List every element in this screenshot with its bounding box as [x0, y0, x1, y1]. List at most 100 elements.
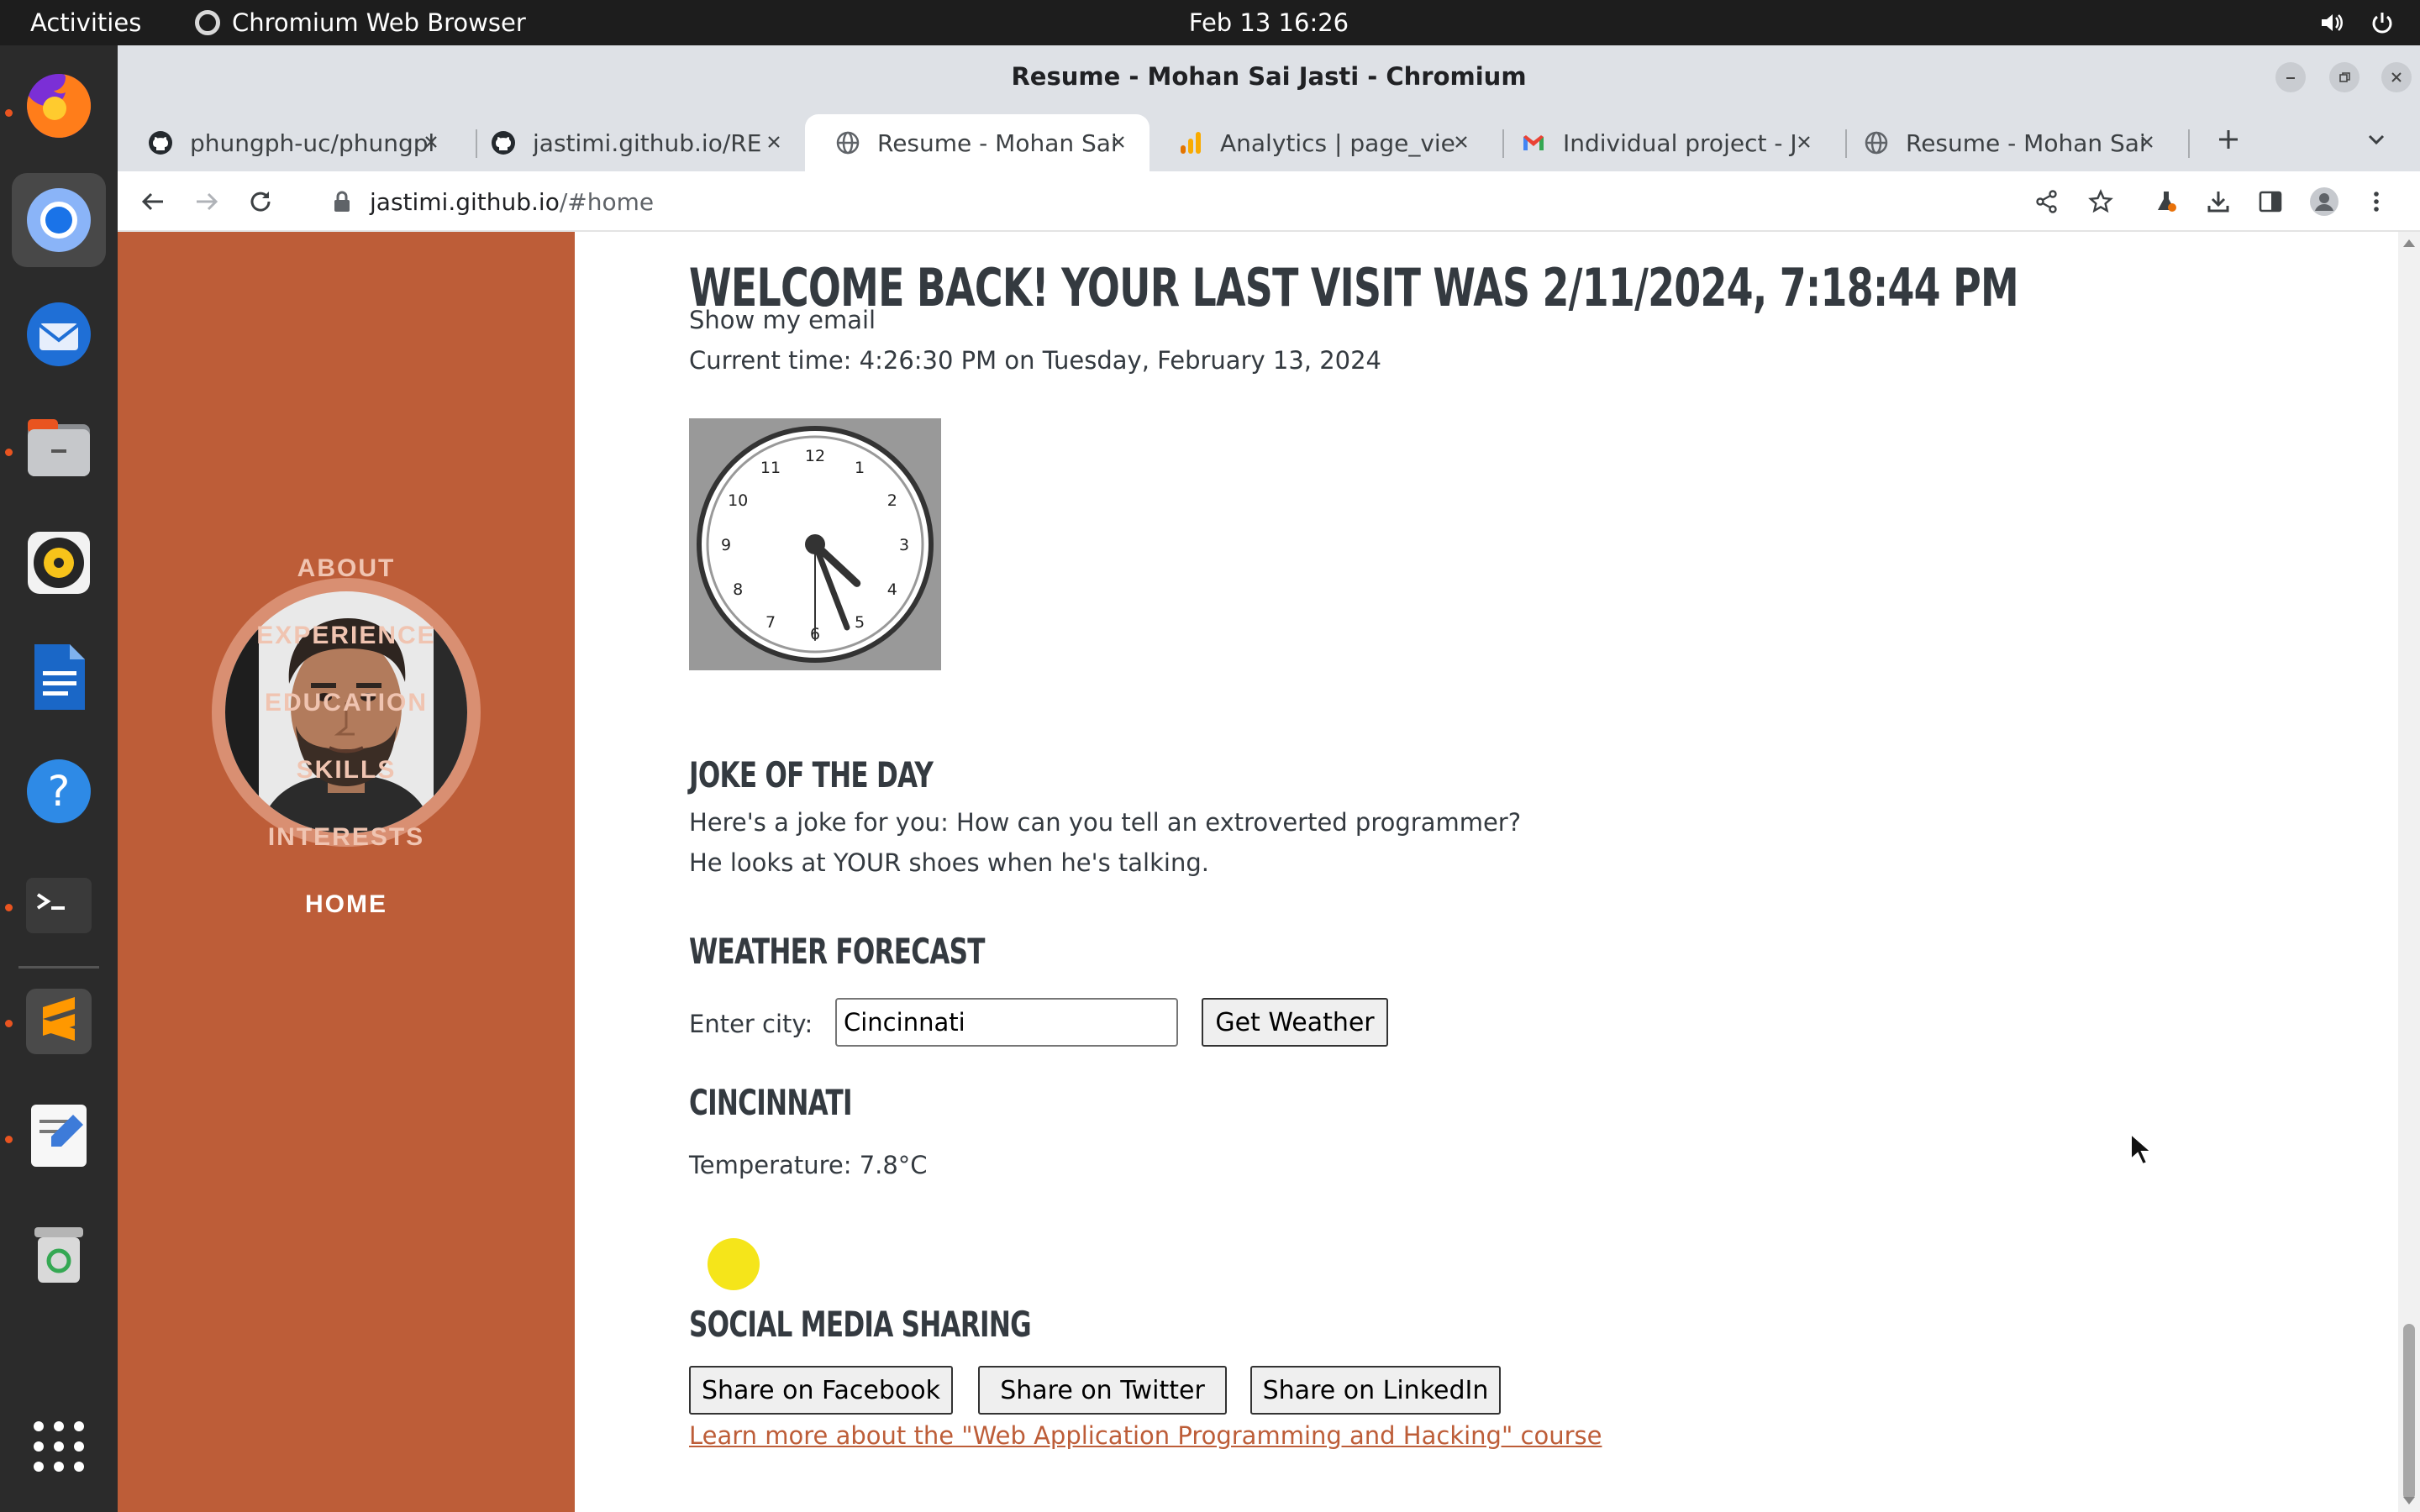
scroll-down-icon[interactable] — [2402, 1495, 2417, 1507]
scrollbar-thumb[interactable] — [2403, 1324, 2415, 1500]
course-link[interactable]: Learn more about the "Web Application Pr… — [689, 1421, 1602, 1450]
side-panel-icon — [2259, 191, 2282, 213]
share-facebook-button[interactable]: Share on Facebook — [689, 1366, 953, 1415]
labs-button[interactable] — [2148, 183, 2185, 220]
tab[interactable]: Resume - Mohan Sai — [1833, 114, 2178, 171]
tab-active[interactable]: Resume - Mohan Sai — [805, 114, 1150, 171]
tab-title: jastimi.github.io/RE — [533, 129, 762, 157]
maximize-button[interactable] — [2329, 62, 2360, 92]
close-window-button[interactable] — [2381, 62, 2412, 92]
clock-number: 2 — [887, 491, 897, 510]
profile-button[interactable] — [2306, 183, 2343, 220]
files-icon[interactable] — [12, 402, 106, 496]
app-menu[interactable]: Chromium Web Browser — [195, 0, 526, 45]
side-panel-button[interactable] — [2252, 183, 2289, 220]
kebab-menu-icon — [2374, 192, 2379, 212]
flask-icon — [2158, 192, 2176, 212]
nav-experience[interactable]: EXPERIENCE — [118, 622, 575, 650]
github-icon — [148, 130, 173, 155]
clock-number: 7 — [765, 613, 776, 632]
tab-search-button[interactable] — [2358, 121, 2395, 158]
tab[interactable]: jastimi.github.io/RE — [460, 114, 805, 171]
browser-window: Resume - Mohan Sai Jasti - Chromium phun… — [118, 45, 2420, 1512]
tab-separator — [2188, 129, 2190, 158]
nav-skills[interactable]: SKILLS — [118, 756, 575, 785]
back-arrow-icon — [141, 192, 163, 211]
clock-datetime[interactable]: Feb 13 16:26 — [1092, 0, 1445, 45]
share-twitter-button[interactable]: Share on Twitter — [978, 1366, 1227, 1415]
current-time-text: Current time: 4:26:30 PM on Tuesday, Feb… — [689, 346, 1382, 375]
system-tray[interactable] — [2319, 0, 2395, 45]
window-title: Resume - Mohan Sai Jasti - Chromium — [1011, 62, 1527, 91]
app-name: Chromium Web Browser — [232, 8, 526, 37]
tab-close-icon[interactable] — [761, 129, 786, 155]
forward-button[interactable] — [188, 183, 225, 220]
thunderbird-icon[interactable] — [12, 287, 106, 381]
city-input[interactable]: Cincinnati — [835, 998, 1178, 1047]
tab-title: Individual project - J — [1563, 129, 1797, 157]
tab-close-icon[interactable] — [418, 129, 444, 155]
help-icon[interactable]: ? — [12, 744, 106, 838]
minimize-button[interactable] — [2275, 62, 2306, 92]
share-linkedin-button[interactable]: Share on LinkedIn — [1250, 1366, 1501, 1415]
menu-button[interactable] — [2358, 183, 2395, 220]
downloads-button[interactable] — [2200, 183, 2237, 220]
back-button[interactable] — [134, 183, 171, 220]
download-icon — [2207, 192, 2229, 213]
tab-close-icon[interactable] — [1449, 129, 1474, 155]
joke-line-1: Here's a joke for you: How can you tell … — [689, 808, 1522, 837]
terminal-icon[interactable] — [12, 858, 106, 953]
dock-separator — [18, 966, 99, 969]
github-icon — [491, 130, 516, 155]
lock-icon[interactable] — [333, 191, 351, 213]
new-tab-button[interactable] — [2210, 121, 2247, 158]
activities-button[interactable]: Activities — [30, 0, 141, 45]
chromium-icon[interactable] — [12, 173, 106, 267]
reload-button[interactable] — [242, 183, 279, 220]
volume-icon[interactable] — [2319, 10, 2344, 35]
trash-icon[interactable] — [12, 1205, 106, 1299]
scroll-up-icon[interactable] — [2402, 237, 2417, 249]
clock-number: 9 — [721, 536, 731, 554]
tab[interactable]: phungph-uc/phungph — [118, 114, 462, 171]
app-grid-icon[interactable] — [12, 1399, 106, 1494]
globe-icon — [1864, 130, 1889, 155]
bookmark-button[interactable] — [2082, 183, 2119, 220]
address-bar[interactable]: jastimi.github.io/#home — [309, 178, 2208, 225]
get-weather-button[interactable]: Get Weather — [1202, 998, 1388, 1047]
tab-close-icon[interactable] — [1791, 129, 1817, 155]
nav-home[interactable]: HOME — [118, 890, 575, 919]
joke-heading: JOKE OF THE DAY — [689, 754, 934, 795]
show-email-text[interactable]: Show my email — [689, 306, 876, 334]
page-scrollbar[interactable] — [2398, 232, 2420, 1512]
chevron-down-icon — [2368, 134, 2385, 145]
clock-number: 10 — [728, 491, 748, 510]
resume-sidebar: ABOUT EXPERIENCE EDUCATION SKILLS INTERE… — [118, 232, 575, 1512]
tab[interactable]: Analytics | page_vie — [1148, 114, 1492, 171]
nav-interests[interactable]: INTERESTS — [118, 823, 575, 852]
clock-number: 3 — [899, 536, 909, 554]
mouse-cursor-icon — [2130, 1132, 2153, 1166]
share-button[interactable] — [2028, 183, 2065, 220]
tab-close-icon[interactable] — [2134, 129, 2160, 155]
tab-title: phungph-uc/phungph — [190, 129, 434, 157]
tab-title: Resume - Mohan Sai — [1906, 129, 2146, 157]
tab[interactable]: Individual project - J — [1491, 114, 1835, 171]
firefox-icon[interactable] — [12, 59, 106, 153]
rhythmbox-icon[interactable] — [12, 516, 106, 610]
nav-education[interactable]: EDUCATION — [118, 689, 575, 717]
sublime-icon[interactable] — [12, 974, 106, 1068]
temperature-text: Temperature: 7.8°C — [689, 1151, 928, 1179]
nav-about[interactable]: ABOUT — [118, 554, 575, 583]
window-titlebar[interactable]: Resume - Mohan Sai Jasti - Chromium — [118, 45, 2420, 108]
main-content: WELCOME BACK! YOUR LAST VISIT WAS 2/11/2… — [689, 232, 2286, 1512]
restore-icon — [2339, 72, 2350, 82]
tab-close-icon[interactable] — [1106, 129, 1131, 155]
tab-strip: phungph-uc/phungph jastimi.github.io/RE … — [118, 108, 2420, 171]
joke-line-2: He looks at YOUR shoes when he's talking… — [689, 848, 1209, 877]
text-editor-icon[interactable] — [12, 1089, 106, 1183]
share-icon — [2036, 190, 2057, 213]
writer-icon[interactable] — [12, 630, 106, 724]
analytics-icon — [1178, 130, 1203, 155]
power-icon[interactable] — [2370, 10, 2395, 35]
